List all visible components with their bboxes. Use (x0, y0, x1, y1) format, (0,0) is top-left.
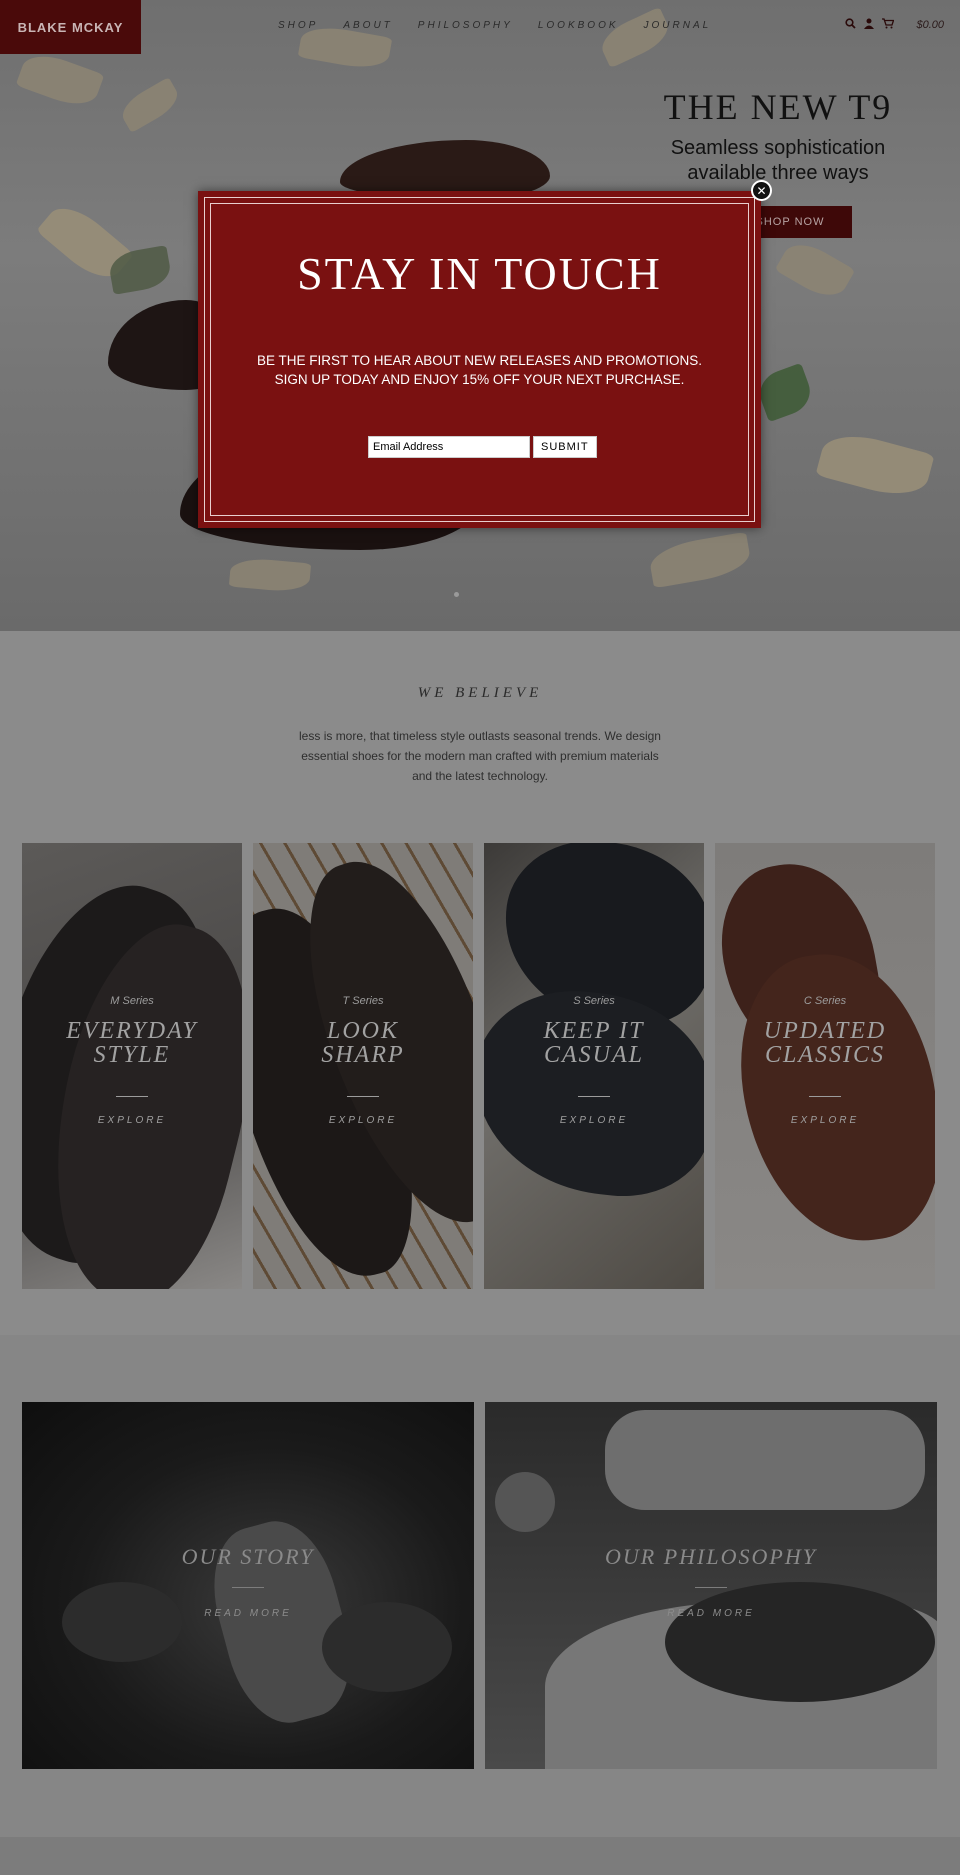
panel-title: OUR PHILOSOPHY (605, 1544, 817, 1569)
believe-section: WE BELIEVE less is more, that timeless s… (0, 631, 960, 1335)
cart-total[interactable]: $0.00 (916, 19, 944, 31)
modal-text-line2: SIGN UP TODAY AND ENJOY 15% OFF YOUR NEX… (274, 372, 685, 387)
logo[interactable]: BLAKE MCKAY (0, 0, 141, 54)
signup-form: SUBMIT (368, 436, 597, 458)
modal-title: STAY IN TOUCH (297, 248, 662, 299)
series-tiles: M Series EVERYDAY STYLE EXPLORE T Series… (22, 843, 938, 1289)
tile-s-series[interactable]: S Series KEEP IT CASUAL EXPLORE (484, 843, 704, 1289)
tile-divider (809, 1096, 841, 1097)
read-more-link[interactable]: READ MORE (22, 1608, 474, 1619)
tile-divider (578, 1096, 610, 1097)
newsletter-modal: STAY IN TOUCH BE THE FIRST TO HEAR ABOUT… (198, 191, 761, 528)
close-icon[interactable]: ✕ (751, 180, 772, 201)
believe-text: less is more, that timeless style outlas… (299, 729, 661, 783)
believe-title: WE BELIEVE (417, 685, 543, 701)
cart-icon[interactable] (882, 18, 895, 32)
modal-text: BE THE FIRST TO HEAR ABOUT NEW RELEASES … (238, 351, 721, 389)
tile-title: LOOK SHARP (321, 1018, 405, 1068)
tile-series-label: C Series (803, 995, 847, 1007)
main-nav: SHOP ABOUT PHILOSOPHY LOOKBOOK JOURNAL (278, 20, 736, 31)
tile-explore-link[interactable]: EXPLORE (253, 1115, 473, 1126)
read-more-link[interactable]: READ MORE (485, 1608, 937, 1619)
nav-lookbook[interactable]: LOOKBOOK (538, 20, 619, 31)
user-icon[interactable] (864, 18, 875, 32)
tile-divider (116, 1096, 148, 1097)
tile-title: KEEP IT CASUAL (543, 1018, 645, 1068)
submit-button[interactable]: SUBMIT (533, 436, 597, 458)
tile-explore-link[interactable]: EXPLORE (715, 1115, 935, 1126)
tile-m-series[interactable]: M Series EVERYDAY STYLE EXPLORE (22, 843, 242, 1289)
panel-divider (695, 1587, 727, 1588)
email-field[interactable] (368, 436, 530, 458)
site-header: BLAKE MCKAY SHOP ABOUT PHILOSOPHY LOOKBO… (0, 0, 960, 54)
hero-subtitle-line1: Seamless sophistication (670, 137, 886, 159)
nav-philosophy[interactable]: PHILOSOPHY (418, 20, 513, 31)
tile-divider (347, 1096, 379, 1097)
tile-title: UPDATED CLASSICS (763, 1018, 887, 1068)
header-icons: $0.00 (845, 18, 944, 32)
panel-our-philosophy[interactable]: OUR PHILOSOPHY READ MORE (485, 1402, 937, 1769)
carousel-dot[interactable] (454, 592, 459, 597)
story-panels: OUR STORY READ MORE OUR PHILOSOPHY READ … (22, 1402, 937, 1769)
panel-title: OUR STORY (181, 1544, 315, 1569)
tile-explore-link[interactable]: EXPLORE (22, 1115, 242, 1126)
tile-t-series[interactable]: T Series LOOK SHARP EXPLORE (253, 843, 473, 1289)
modal-text-line1: BE THE FIRST TO HEAR ABOUT NEW RELEASES … (256, 353, 703, 368)
tile-series-label: S Series (573, 995, 615, 1007)
nav-shop[interactable]: SHOP (278, 20, 318, 31)
tile-c-series[interactable]: C Series UPDATED CLASSICS EXPLORE (715, 843, 935, 1289)
story-section: OUR STORY READ MORE OUR PHILOSOPHY READ … (0, 1335, 960, 1837)
tile-explore-link[interactable]: EXPLORE (484, 1115, 704, 1126)
hero-title: THE NEW T9 (663, 87, 893, 127)
nav-journal[interactable]: JOURNAL (644, 20, 712, 31)
footer-band (0, 1837, 960, 1875)
search-icon[interactable] (845, 18, 857, 32)
hero-subtitle-line2: available three ways (687, 162, 869, 184)
tile-series-label: M Series (110, 995, 154, 1007)
tile-series-label: T Series (342, 995, 384, 1007)
tile-title: EVERYDAY STYLE (66, 1018, 198, 1068)
nav-about[interactable]: ABOUT (343, 20, 392, 31)
panel-our-story[interactable]: OUR STORY READ MORE (22, 1402, 474, 1769)
panel-divider (232, 1587, 264, 1588)
hero-subtitle: Seamless sophistication available three … (648, 136, 908, 186)
